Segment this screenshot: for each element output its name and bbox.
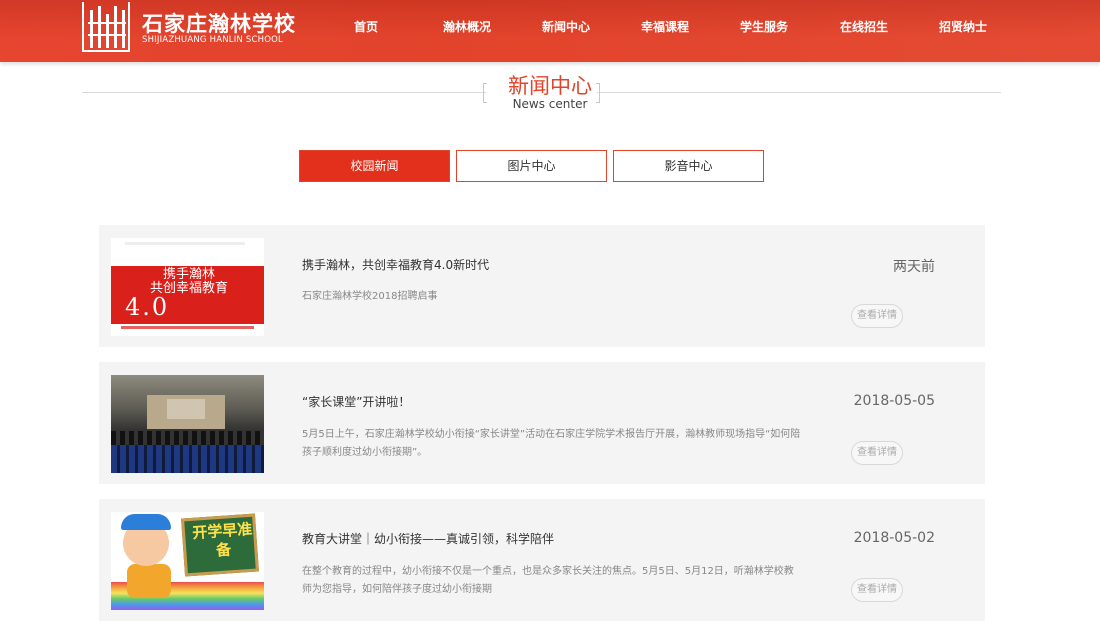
- news-thumbnail[interactable]: 携手瀚林 共创幸福教育 4.0: [111, 238, 264, 336]
- thumb-board-text: 开学早准备: [191, 519, 253, 560]
- nav-student-services[interactable]: 学生服务: [740, 18, 788, 35]
- news-item[interactable]: “家长课堂”开讲啦！ 5月5日上午，石家庄瀚林学校幼小衔接“家长讲堂”活动在石家…: [99, 362, 985, 484]
- view-details-button[interactable]: 查看详情: [851, 578, 903, 602]
- title-divider-right: [597, 92, 1001, 93]
- nav-news[interactable]: 新闻中心: [542, 18, 590, 35]
- news-date: 2018-05-05: [853, 393, 935, 409]
- nav-admissions[interactable]: 在线招生: [840, 18, 888, 35]
- news-summary: 石家庄瀚林学校2018招聘启事: [302, 291, 438, 302]
- section-subtitle: News center: [512, 97, 588, 111]
- nav-courses[interactable]: 幸福课程: [641, 18, 689, 35]
- news-summary: 5月5日上午，石家庄瀚林学校幼小衔接“家长讲堂”活动在石家庄学院学术报告厅开展，…: [302, 429, 801, 458]
- news-title[interactable]: “家长课堂”开讲啦！: [302, 393, 410, 410]
- school-logo[interactable]: 石家庄瀚林学校 SHIJIAZHUANG HANLIN SCHOOL: [82, 2, 302, 52]
- title-divider-left: [82, 92, 486, 93]
- news-thumbnail[interactable]: [111, 375, 264, 473]
- nav-careers[interactable]: 招贤纳士: [939, 18, 987, 35]
- section-title: 新闻中心: [508, 74, 592, 98]
- logo-name-cn: 石家庄瀚林学校: [142, 12, 296, 36]
- thumb-number: 4.0: [125, 293, 170, 321]
- view-details-button[interactable]: 查看详情: [851, 304, 903, 328]
- news-title[interactable]: 教育大讲堂｜幼小衔接——真诚引领，科学陪伴: [302, 530, 554, 547]
- news-summary: 在整个教育的过程中，幼小衔接不仅是一个重点，也是众多家长关注的焦点。5月5日、5…: [302, 566, 794, 595]
- view-details-button[interactable]: 查看详情: [851, 441, 903, 465]
- tab-campus-news[interactable]: 校园新闻: [299, 150, 450, 182]
- logo-mark-icon: [82, 2, 130, 52]
- tab-media-center[interactable]: 影音中心: [613, 150, 764, 182]
- news-item[interactable]: 携手瀚林 共创幸福教育 4.0 携手瀚林，共创幸福教育4.0新时代 石家庄瀚林学校…: [99, 225, 985, 347]
- news-date: 2018-05-02: [853, 530, 935, 546]
- site-header: 石家庄瀚林学校 SHIJIAZHUANG HANLIN SCHOOL 首页 瀚林…: [0, 0, 1100, 62]
- nav-home[interactable]: 首页: [354, 18, 378, 35]
- news-item[interactable]: 开学早准备 教育大讲堂｜幼小衔接——真诚引领，科学陪伴 在整个教育的过程中，幼小…: [99, 499, 985, 621]
- logo-name-en: SHIJIAZHUANG HANLIN SCHOOL: [142, 35, 283, 45]
- tab-photo-center[interactable]: 图片中心: [456, 150, 607, 182]
- main-nav: 首页 瀚林概况 新闻中心 幸福课程 学生服务 在线招生 招贤纳士: [330, 0, 1020, 54]
- news-thumbnail[interactable]: 开学早准备: [111, 512, 264, 610]
- news-date: 两天前: [893, 259, 935, 275]
- nav-about[interactable]: 瀚林概况: [443, 18, 491, 35]
- news-title[interactable]: 携手瀚林，共创幸福教育4.0新时代: [302, 256, 489, 273]
- thumb-text: 携手瀚林: [162, 267, 215, 282]
